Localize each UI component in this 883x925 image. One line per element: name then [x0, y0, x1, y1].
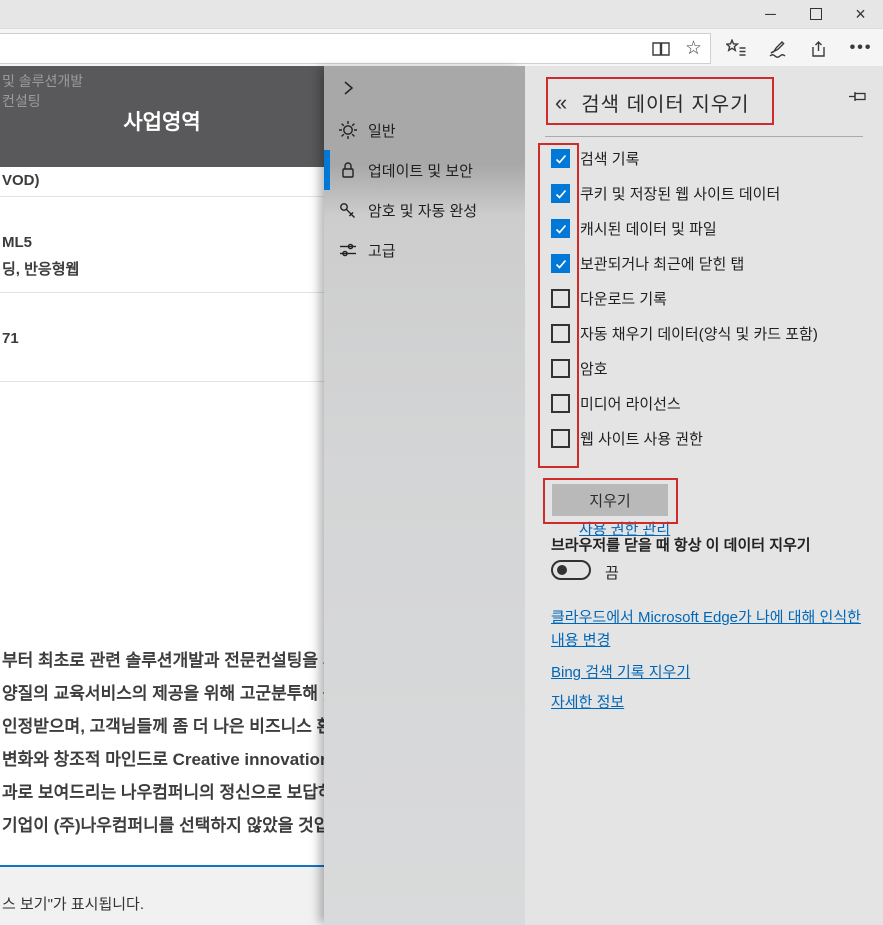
- close-button[interactable]: ×: [838, 0, 883, 28]
- always-clear-label: 브라우저를 닫을 때 항상 이 데이터 지우기: [551, 534, 811, 555]
- always-clear-toggle[interactable]: [551, 560, 591, 580]
- checkbox-row[interactable]: 캐시된 데이터 및 파일: [551, 211, 871, 246]
- browser-toolbar: ☆ •••: [0, 28, 883, 67]
- sidebar-item-label: 일반: [368, 120, 396, 141]
- sidebar-item-label: 업데이트 및 보안: [368, 160, 473, 181]
- page-paragraphs: 부터 최초로 관련 솔루션개발과 전문컨설팅을 시작양질의 교육서비스의 제공을…: [2, 644, 324, 842]
- checkbox-row[interactable]: 쿠키 및 저장된 웹 사이트 데이터: [551, 176, 871, 211]
- learn-more-link[interactable]: 자세한 정보: [551, 691, 869, 714]
- minimize-button[interactable]: ─: [748, 0, 793, 28]
- settings-menu: 일반업데이트 및 보안암호 및 자동 완성고급: [324, 66, 525, 925]
- chevron-right-icon[interactable]: [340, 79, 356, 97]
- banner-cut-text-1: 및 솔루션개발: [2, 71, 83, 91]
- sidebar-item-update-security[interactable]: 업데이트 및 보안: [324, 150, 525, 190]
- checkbox-row[interactable]: 보관되거나 최근에 닫힌 탭: [551, 246, 871, 281]
- checkbox-unchecked-icon[interactable]: [551, 429, 570, 448]
- page-banner: 및 솔루션개발 컨설팅 사업영역: [0, 66, 324, 167]
- page-paragraph-line: 인정받으며, 고객님들께 좀 더 나은 비즈니스 환경: [2, 710, 324, 743]
- checkbox-row[interactable]: 다운로드 기록: [551, 281, 871, 316]
- page-footer: 스 보기"가 표시됩니다.: [0, 867, 324, 925]
- checkbox-unchecked-icon[interactable]: [551, 289, 570, 308]
- page-row-71: 71: [2, 330, 19, 347]
- checkbox-label: 다운로드 기록: [580, 288, 667, 309]
- key-icon: [338, 200, 358, 220]
- annotate-pen-icon[interactable]: [768, 39, 788, 58]
- checkbox-unchecked-icon[interactable]: [551, 359, 570, 378]
- more-icon[interactable]: •••: [850, 39, 873, 57]
- page-divider: [0, 381, 324, 382]
- maximize-icon: [810, 8, 822, 20]
- page-row-ml5: ML5: [2, 234, 32, 251]
- page-paragraph-line: 기업이 (주)나우컴퍼니를 선택하지 않았을 것입니: [2, 809, 324, 842]
- checkbox-row[interactable]: 검색 기록: [551, 141, 871, 176]
- page-row-responsive: 딩, 반응형웹: [2, 258, 79, 279]
- clear-browsing-data-panel: « 검색 데이터 지우기 검색 기록쿠키 및 저장된 웹 사이트 데이터캐시된 …: [525, 66, 883, 925]
- favorite-star-icon[interactable]: ☆: [685, 39, 702, 58]
- sidebar-item-label: 고급: [368, 240, 396, 261]
- page-banner-title: 사업영역: [0, 106, 324, 136]
- panel-divider: [545, 136, 863, 137]
- bing-history-link[interactable]: Bing 검색 기록 지우기: [551, 661, 869, 684]
- page-paragraph-line: 변화와 창조적 마인드로 Creative innovation을: [2, 743, 324, 776]
- maximize-button[interactable]: [793, 0, 838, 28]
- lock-icon: [338, 160, 358, 180]
- page-divider: [0, 292, 324, 293]
- window-titlebar: ─ ×: [0, 0, 883, 28]
- checkbox-label: 쿠키 및 저장된 웹 사이트 데이터: [580, 183, 780, 204]
- clear-button[interactable]: 지우기: [552, 484, 668, 516]
- toggle-knob: [557, 565, 567, 575]
- panel-title: 검색 데이터 지우기: [581, 88, 749, 117]
- background-webpage: 및 솔루션개발 컨설팅 사업영역 VOD) ML5 딩, 반응형웹 71 부터 …: [0, 66, 324, 925]
- sidebar-item-advanced[interactable]: 고급: [324, 230, 525, 270]
- pin-icon[interactable]: [849, 90, 867, 103]
- hub-icon[interactable]: [726, 39, 747, 57]
- checkbox-checked-icon[interactable]: [551, 149, 570, 168]
- page-divider: [0, 196, 324, 197]
- checkbox-unchecked-icon[interactable]: [551, 324, 570, 343]
- panel-links: 클라우드에서 Microsoft Edge가 나에 대해 인식한 내용 변경 Bi…: [551, 606, 869, 721]
- cloud-info-link[interactable]: 클라우드에서 Microsoft Edge가 나에 대해 인식한 내용 변경: [551, 606, 869, 652]
- checkbox-label: 캐시된 데이터 및 파일: [580, 218, 717, 239]
- checkbox-row[interactable]: 미디어 라이선스: [551, 386, 871, 421]
- page-paragraph-line: 과로 보여드리는 나우컴퍼니의 정신으로 보답하겠: [2, 776, 324, 809]
- checkbox-row[interactable]: 웹 사이트 사용 권한: [551, 421, 871, 456]
- reading-view-icon[interactable]: [651, 41, 671, 57]
- checkbox-checked-icon[interactable]: [551, 254, 570, 273]
- checkbox-row[interactable]: 자동 채우기 데이터(양식 및 카드 포함): [551, 316, 871, 351]
- clear-data-checkbox-list: 검색 기록쿠키 및 저장된 웹 사이트 데이터캐시된 데이터 및 파일보관되거나…: [551, 141, 871, 456]
- checkbox-unchecked-icon[interactable]: [551, 394, 570, 413]
- address-bar[interactable]: ☆: [0, 33, 711, 64]
- sidebar-item-label: 암호 및 자동 완성: [368, 200, 477, 221]
- page-row-vod: VOD): [2, 172, 40, 189]
- checkbox-label: 웹 사이트 사용 권한: [580, 428, 703, 449]
- checkbox-label: 미디어 라이선스: [580, 393, 681, 414]
- gear-icon: [338, 120, 358, 140]
- checkbox-checked-icon[interactable]: [551, 219, 570, 238]
- page-paragraph-line: 부터 최초로 관련 솔루션개발과 전문컨설팅을 시작: [2, 644, 324, 677]
- checkbox-label: 자동 채우기 데이터(양식 및 카드 포함): [580, 323, 818, 344]
- page-footer-text: 스 보기"가 표시됩니다.: [2, 893, 144, 914]
- checkbox-label: 암호: [580, 358, 608, 379]
- checkbox-label: 보관되거나 최근에 닫힌 탭: [580, 253, 744, 274]
- sidebar-item-passwords-autofill[interactable]: 암호 및 자동 완성: [324, 190, 525, 230]
- sidebar-item-general[interactable]: 일반: [324, 110, 525, 150]
- checkbox-label: 검색 기록: [580, 148, 639, 169]
- toggle-state-label: 끔: [605, 562, 619, 583]
- back-icon[interactable]: «: [555, 92, 567, 114]
- sliders-icon: [338, 240, 358, 260]
- checkbox-checked-icon[interactable]: [551, 184, 570, 203]
- selected-accent-bar: [324, 150, 330, 190]
- page-paragraph-line: 양질의 교육서비스의 제공을 위해 고군분투해 왔: [2, 677, 324, 710]
- share-icon[interactable]: [809, 39, 829, 58]
- checkbox-row[interactable]: 암호: [551, 351, 871, 386]
